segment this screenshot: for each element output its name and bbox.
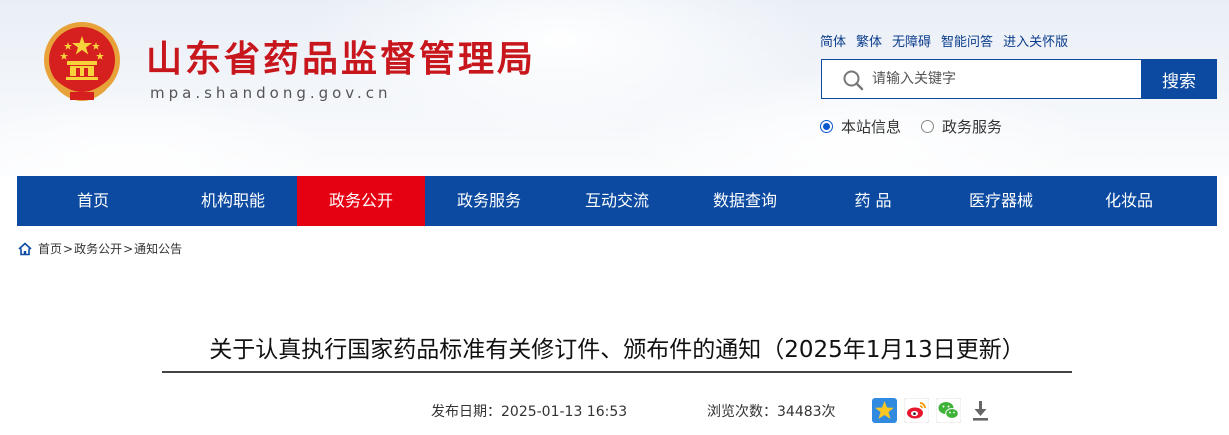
link-traditional[interactable]: 繁体	[856, 31, 882, 50]
main-nav: 首页 机构职能 政务公开 政务服务 互动交流 数据查询 药 品 医疗器械 化妆品	[17, 176, 1217, 226]
article-title: 关于认真执行国家药品标准有关修订件、颁布件的通知（2025年1月13日更新）	[209, 337, 1025, 363]
radio-unselected-icon	[921, 120, 935, 133]
nav-gov-services[interactable]: 政务服务	[425, 176, 553, 226]
nav-drugs[interactable]: 药 品	[809, 176, 937, 226]
search-input[interactable]	[872, 60, 1132, 98]
breadcrumb-gov-affairs[interactable]: 政务公开	[74, 240, 122, 257]
view-count-value: 34483次	[777, 404, 836, 420]
nav-organization[interactable]: 机构职能	[169, 176, 297, 226]
breadcrumb-home[interactable]: 首页	[38, 240, 62, 257]
nav-data-query[interactable]: 数据查询	[681, 176, 809, 226]
qzone-star-icon[interactable]	[872, 398, 897, 423]
publish-date-label: 发布日期：	[431, 404, 501, 420]
nav-cosmetics[interactable]: 化妆品	[1065, 176, 1193, 226]
nav-interaction[interactable]: 互动交流	[553, 176, 681, 226]
scope-site-info-radio[interactable]: 本站信息	[820, 116, 901, 137]
nav-gov-affairs-open[interactable]: 政务公开	[297, 176, 425, 226]
download-icon[interactable]	[968, 398, 993, 423]
view-count: 浏览次数：34483次	[707, 401, 836, 421]
national-emblem-logo	[44, 22, 120, 101]
link-smart-qa[interactable]: 智能问答	[941, 31, 993, 50]
search-box	[821, 59, 1141, 99]
view-count-label: 浏览次数：	[707, 404, 777, 420]
breadcrumb: 首页 > 政务公开 > 通知公告	[18, 240, 182, 257]
search-scope: 本站信息 政务服务	[820, 116, 1022, 137]
weibo-icon[interactable]	[904, 398, 929, 423]
home-icon	[18, 241, 32, 255]
link-simplified[interactable]: 简体	[820, 31, 846, 50]
share-toolbar	[872, 398, 993, 423]
scope-gov-service-radio[interactable]: 政务服务	[921, 116, 1002, 137]
search-icon	[843, 70, 864, 91]
scope-site-info-label: 本站信息	[841, 118, 902, 136]
breadcrumb-separator: >	[123, 241, 134, 256]
scope-gov-service-label: 政务服务	[942, 118, 1003, 136]
site-domain: mpa.shandong.gov.cn	[150, 84, 392, 102]
top-links: 简体 繁体 无障碍 智能问答 进入关怀版	[820, 31, 1078, 50]
site-header: 山东省药品监督管理局 mpa.shandong.gov.cn 简体 繁体 无障碍…	[0, 0, 1229, 176]
publish-date: 发布日期：2025-01-13 16:53	[431, 401, 627, 421]
wechat-icon[interactable]	[936, 398, 961, 423]
title-divider	[162, 371, 1072, 373]
search-button[interactable]: 搜索	[1141, 59, 1217, 99]
nav-medical-devices[interactable]: 医疗器械	[937, 176, 1065, 226]
site-title: 山东省药品监督管理局	[146, 38, 537, 80]
link-care-mode[interactable]: 进入关怀版	[1003, 31, 1068, 50]
breadcrumb-separator: >	[63, 241, 74, 256]
publish-date-value: 2025-01-13 16:53	[501, 404, 628, 420]
radio-selected-icon	[820, 120, 833, 133]
link-accessibility[interactable]: 无障碍	[892, 31, 931, 50]
nav-home[interactable]: 首页	[17, 176, 169, 226]
breadcrumb-notices[interactable]: 通知公告	[134, 240, 182, 257]
